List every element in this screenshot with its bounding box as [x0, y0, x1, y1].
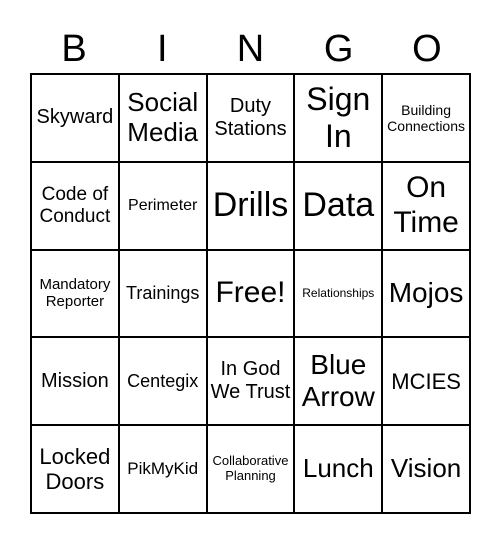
bingo-cell[interactable]: Collaborative Planning	[206, 425, 295, 513]
bingo-cell[interactable]: MCIES	[382, 337, 470, 426]
bingo-cell[interactable]: Mission	[31, 337, 119, 426]
bingo-cell[interactable]: PikMyKid	[118, 425, 207, 513]
bingo-cell[interactable]: In God We Trust	[206, 337, 295, 426]
bingo-cell[interactable]: Mojos	[382, 249, 470, 338]
bingo-cell[interactable]: Drills	[206, 161, 295, 250]
header-letter-n: N	[236, 28, 265, 70]
bingo-cell[interactable]: On Time	[382, 161, 470, 250]
header-letter-b: B	[61, 28, 87, 70]
header-letter-g: G	[323, 28, 354, 70]
bingo-cell[interactable]: Duty Stations	[206, 74, 295, 162]
bingo-cell[interactable]: Sign In	[294, 74, 383, 162]
bingo-cell[interactable]: Locked Doors	[31, 425, 119, 513]
bingo-cell[interactable]: Lunch	[294, 425, 383, 513]
bingo-cell[interactable]: Code of Conduct	[31, 161, 119, 250]
bingo-cell[interactable]: Perimeter	[118, 161, 207, 250]
bingo-cell[interactable]: Mandatory Reporter	[31, 249, 119, 338]
bingo-header: B I N G O	[30, 26, 471, 72]
bingo-cell[interactable]: Free!	[206, 249, 295, 338]
bingo-cell[interactable]: Centegix	[118, 337, 207, 426]
bingo-grid: Skyward Social Media Duty Stations Sign In B…	[30, 73, 471, 514]
bingo-cell[interactable]: Vision	[382, 425, 470, 513]
bingo-cell[interactable]: Skyward	[31, 74, 119, 162]
header-letter-i: I	[157, 28, 168, 70]
bingo-cell[interactable]: Blue Arrow	[294, 337, 383, 426]
bingo-cell[interactable]: Building Connections	[382, 74, 470, 162]
bingo-cell[interactable]: Trainings	[118, 249, 207, 338]
bingo-cell[interactable]: Social Media	[118, 74, 207, 162]
header-letter-o: O	[412, 28, 442, 70]
bingo-cell[interactable]: Data	[294, 161, 383, 250]
bingo-cell[interactable]: Relationships	[294, 249, 383, 338]
